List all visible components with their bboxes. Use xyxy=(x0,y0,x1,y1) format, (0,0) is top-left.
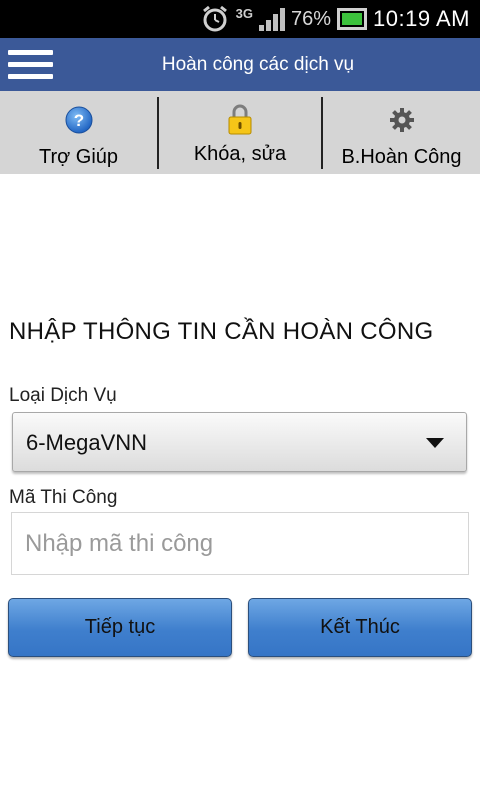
service-type-select[interactable]: 6-MegaVNN xyxy=(12,412,467,472)
lock-edit-button[interactable]: Khóa, sửa xyxy=(159,91,321,174)
menu-icon[interactable] xyxy=(0,38,60,91)
form-heading: NHẬP THÔNG TIN CẦN HOÀN CÔNG xyxy=(9,318,434,345)
battery-percent: 76% xyxy=(291,7,332,30)
status-bar: 3G 76% 10:19 AM xyxy=(0,0,480,38)
help-label: Trợ Giúp xyxy=(38,146,119,168)
gear-icon xyxy=(389,108,414,132)
service-type-value: 6-MegaVNN xyxy=(26,430,148,455)
completion-label: B.Hoàn Công xyxy=(341,146,462,168)
dropdown-arrow-icon xyxy=(426,438,444,448)
battery-icon xyxy=(337,8,368,30)
service-type-label: Loại Dịch Vụ xyxy=(9,385,117,406)
signal-icon xyxy=(259,7,286,31)
completion-button[interactable]: B.Hoàn Công xyxy=(323,91,480,174)
page-title: Hoàn công các dịch vụ xyxy=(161,53,355,75)
clock: 10:19 AM xyxy=(373,6,470,31)
svg-text:?: ? xyxy=(73,111,83,130)
lock-edit-label: Khóa, sửa xyxy=(193,143,287,165)
continue-button[interactable]: Tiếp tục xyxy=(8,598,232,657)
lock-icon xyxy=(228,104,252,135)
code-label: Mã Thi Công xyxy=(9,487,118,508)
finish-button[interactable]: Kết Thúc xyxy=(248,598,472,657)
help-icon: ? xyxy=(65,106,92,134)
help-button[interactable]: ? Trợ Giúp xyxy=(0,91,157,174)
alarm-icon xyxy=(200,4,230,34)
toolbar: ? Trợ Giúp Khóa, sửa B.Hoàn Công xyxy=(0,91,480,174)
network-type: 3G xyxy=(235,5,254,21)
action-bar: Hoàn công các dịch vụ xyxy=(0,38,480,91)
code-input[interactable] xyxy=(11,512,469,575)
